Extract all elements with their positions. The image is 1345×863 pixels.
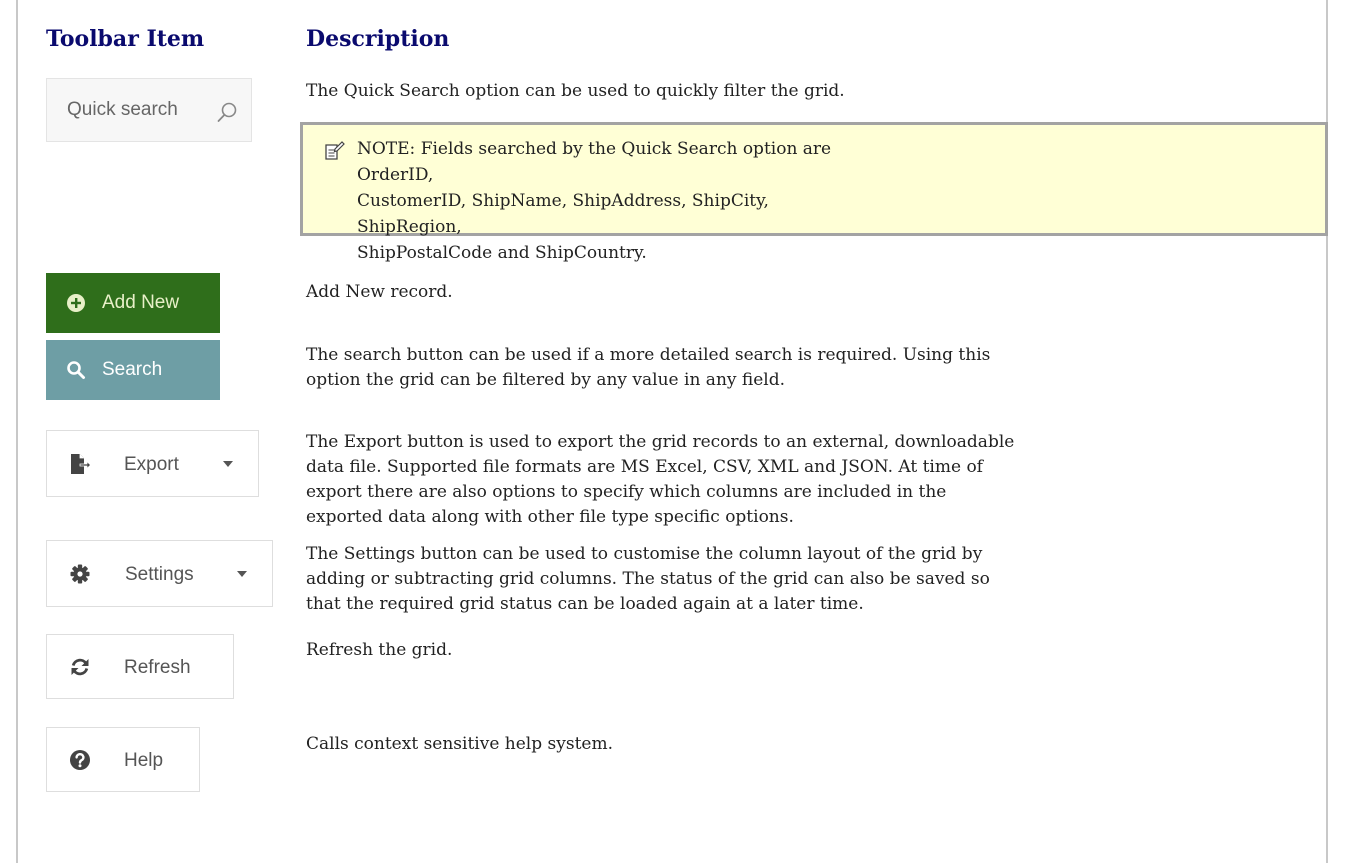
settings-description: The Settings button can be used to custo… — [306, 542, 1316, 617]
export-description-line-1: The Export button is used to export the … — [306, 432, 1015, 452]
question-circle-icon — [70, 750, 90, 770]
page-border-left — [16, 0, 18, 863]
refresh-description: Refresh the grid. — [306, 640, 453, 660]
note-icon — [325, 141, 345, 160]
refresh-icon — [71, 658, 89, 676]
settings-description-line-3: that the required grid status can be loa… — [306, 594, 864, 614]
note-line-3: ShipPostalCode and ShipCountry. — [357, 243, 647, 263]
search-icon — [67, 361, 85, 379]
add-new-description: Add New record. — [306, 282, 453, 302]
chevron-down-icon — [223, 461, 233, 467]
search-description-line-1: The search button can be used if a more … — [306, 345, 991, 365]
note-line-2: CustomerID, ShipName, ShipAddress, ShipC… — [357, 191, 769, 237]
quick-search-placeholder: Quick search — [67, 99, 178, 120]
note-box: NOTE: Fields searched by the Quick Searc… — [300, 122, 1328, 263]
file-export-icon — [71, 454, 91, 474]
column-header-toolbar-item: Toolbar Item — [46, 26, 205, 52]
search-label: Search — [102, 359, 163, 380]
export-label: Export — [124, 454, 179, 475]
settings-button[interactable]: Settings — [46, 540, 273, 607]
help-label: Help — [124, 750, 164, 771]
add-new-button[interactable]: Add New — [46, 273, 220, 333]
export-description-line-2: data file. Supported file formats are MS… — [306, 457, 983, 477]
search-description: The search button can be used if a more … — [306, 343, 1316, 393]
help-button[interactable]: Help — [46, 727, 200, 792]
gear-icon — [70, 564, 90, 584]
export-description-line-3: export there are also options to specify… — [306, 482, 947, 502]
search-icon[interactable] — [215, 100, 239, 124]
quick-search-description: The Quick Search option can be used to q… — [306, 81, 845, 101]
search-description-line-2: option the grid can be filtered by any v… — [306, 370, 786, 390]
plus-circle-icon — [67, 294, 85, 312]
export-button[interactable]: Export — [46, 430, 259, 497]
refresh-button[interactable]: Refresh — [46, 634, 234, 699]
refresh-label: Refresh — [124, 657, 191, 678]
help-description: Calls context sensitive help system. — [306, 734, 613, 754]
quick-search-input[interactable]: Quick search — [46, 78, 252, 142]
export-description: The Export button is used to export the … — [306, 430, 1316, 530]
settings-description-line-2: adding or subtracting grid columns. The … — [306, 569, 990, 589]
note-line-1: NOTE: Fields searched by the Quick Searc… — [357, 139, 832, 185]
settings-label: Settings — [125, 564, 194, 585]
column-header-description: Description — [306, 26, 450, 52]
search-button[interactable]: Search — [46, 340, 220, 400]
chevron-down-icon — [237, 571, 247, 577]
settings-description-line-1: The Settings button can be used to custo… — [306, 544, 983, 564]
add-new-label: Add New — [102, 292, 180, 313]
export-description-line-4: exported data along with other file type… — [306, 507, 794, 527]
